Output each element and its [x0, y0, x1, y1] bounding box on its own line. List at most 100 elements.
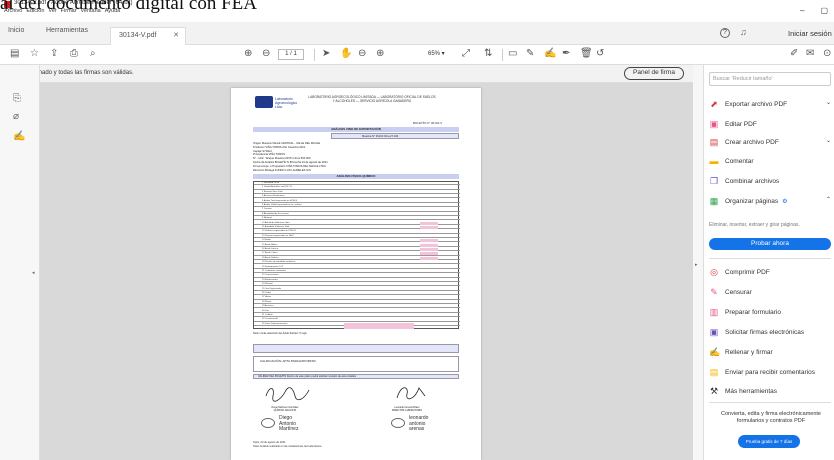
expand-left-panel-icon[interactable]: ◂: [32, 270, 35, 276]
table-row: 3 Extracto Seco Total: [254, 191, 460, 194]
tool-crear-pdf[interactable]: ▤ Crear archivo PDF ⌄: [709, 135, 833, 149]
minimize-button[interactable]: –: [800, 6, 804, 15]
analysis-note: Nota: Límite detección del Ácido Sórbico…: [253, 332, 308, 335]
upload-icon[interactable]: ⇪: [50, 48, 58, 60]
chevron-down-icon[interactable]: ⌄: [826, 137, 831, 144]
mail-icon[interactable]: ✉: [806, 48, 814, 60]
search-icon[interactable]: ⌕: [90, 48, 96, 60]
highlight-icon[interactable]: ✍: [544, 48, 556, 60]
create-icon[interactable]: ▤: [10, 48, 19, 60]
tab-inicio[interactable]: Inicio: [8, 27, 24, 34]
tool-label: Editar PDF: [725, 120, 757, 128]
signature-1-block: Diego Martínez González QUÍMICO ANALISTA: [255, 406, 315, 412]
more-icon[interactable]: ⊙: [823, 48, 831, 60]
pdf-page: Laboratorio Agroecológico Ltda. LABORATO…: [231, 88, 481, 460]
tool-label: Preparar formulario: [725, 308, 781, 316]
highlighted-cell: [420, 239, 438, 243]
tool-combinar-archivos[interactable]: ❐ Combinar archivos: [709, 174, 833, 188]
page-thumbnails-icon[interactable]: ⎘: [13, 93, 21, 104]
table-row: 4 Azúcares Reductores: [254, 195, 460, 199]
more-tools-icon: ⚒: [709, 386, 719, 396]
panel-divider: [709, 402, 831, 403]
print-icon[interactable]: ⎙: [70, 48, 78, 60]
sign-icon[interactable]: ✒: [562, 48, 570, 60]
calificacion-value: APTA PARA EXPORTAR: [282, 359, 316, 363]
fit-page-icon[interactable]: ⤢: [462, 48, 470, 60]
zoom-in-icon[interactable]: ⊕: [376, 48, 384, 60]
stamp-line: arenas: [409, 426, 425, 432]
tool-enviar-comentarios[interactable]: ▤ Enviar para recibir comentarios: [709, 365, 833, 379]
comment-icon[interactable]: ▭: [508, 48, 517, 60]
highlighted-cell: [420, 226, 438, 229]
send-comments-icon: ▤: [709, 367, 719, 377]
tool-comentar[interactable]: ▬ Comentar: [709, 154, 833, 168]
zoom-out-icon[interactable]: ⊖: [358, 48, 366, 60]
calificacion-box: CALIFICACIÓN: APTA PARA EXPORTAR: [253, 356, 459, 372]
table-row: 21 Colorantes artificiales: [254, 270, 460, 274]
table-row: 24 Glicerol: [254, 283, 460, 287]
signature-2-stamp-icon: [391, 418, 405, 428]
tool-label: Enviar para recibir comentarios: [725, 368, 815, 376]
free-trial-button[interactable]: Prueba gratis de 7 días: [738, 435, 800, 448]
scroll-mode-icon[interactable]: ⇅: [484, 48, 492, 60]
highlighted-cell: [420, 243, 438, 247]
table-row: 5 Acidez Total expresada en H2SO4: [254, 200, 460, 203]
undo-icon[interactable]: ↺: [596, 48, 604, 60]
table-row: 9 Metanol: [254, 217, 460, 221]
tool-label: Combinar archivos: [725, 177, 780, 185]
sign-in-button[interactable]: Iniciar sesión: [788, 29, 832, 38]
page-number-field[interactable]: 1 / 1: [278, 49, 304, 60]
section-vino-heading: ANÁLISIS VINO DE EXPORTACIÓN: [253, 127, 459, 132]
tab-herramientas[interactable]: Herramientas: [46, 27, 88, 34]
zoom-level[interactable]: 65% ▾: [428, 49, 454, 60]
acrobat-window: 30134-V.pdf - Adobe Acrobat Reader (64-b…: [0, 0, 834, 460]
tool-exportar-pdf[interactable]: ⬈ Exportar archivo PDF ⌄: [709, 97, 833, 111]
tab-document[interactable]: 30134-V.pdf ✕: [110, 27, 186, 45]
signature-panel-button[interactable]: Panel de firma: [624, 67, 684, 80]
close-tab-icon[interactable]: ✕: [173, 31, 179, 39]
help-icon[interactable]: ?: [720, 28, 730, 38]
share-link-icon[interactable]: ✐: [790, 48, 798, 60]
chevron-up-icon[interactable]: ⌃: [826, 196, 831, 203]
overlay-caption: al del documento digital con FEA: [0, 0, 257, 14]
pencil-icon[interactable]: ✎: [526, 48, 534, 60]
organize-pages-icon: ▦: [709, 196, 719, 206]
notifications-icon[interactable]: ♫: [740, 27, 747, 37]
page-up-icon[interactable]: ⊕: [244, 48, 252, 60]
signature-1-scribble: [265, 387, 310, 402]
try-now-button[interactable]: Probar ahora: [709, 238, 831, 250]
tool-preparar-formulario[interactable]: ▥ Preparar formulario: [709, 305, 833, 319]
highlighted-cell: [420, 252, 438, 256]
maximize-button[interactable]: ▢: [820, 6, 828, 15]
signature-2-block: Leonardo Arenas Bravo DIRECTOR LABORATOR…: [377, 406, 437, 412]
select-cursor-icon[interactable]: ➤: [322, 48, 330, 60]
signatures-icon[interactable]: ✍: [13, 131, 25, 142]
tool-editar-pdf[interactable]: ▣ Editar PDF: [709, 117, 833, 131]
attachments-icon[interactable]: ⌀: [13, 111, 19, 122]
signature-1-stamp-text: Diego Antonio Martínez: [279, 415, 298, 433]
signature-1-stamp-icon: [261, 418, 275, 428]
export-pdf-icon: ⬈: [710, 99, 718, 109]
section-fisico-quimico-heading: ANÁLISIS FÍSICO-QUÍMICO: [253, 174, 459, 179]
tool-comprimir-pdf[interactable]: ◎ Comprimir PDF: [709, 265, 833, 279]
tool-rellenar-firmar[interactable]: ✍ Rellenar y firmar: [709, 345, 833, 359]
tool-mas-herramientas[interactable]: ⚒ Más herramientas: [709, 384, 833, 398]
bookmark-star-icon[interactable]: ☆: [30, 48, 39, 60]
right-panel-toggle[interactable]: ▸: [693, 65, 703, 460]
tool-solicitar-firmas[interactable]: ▣ Solicitar firmas electrónicas: [709, 325, 833, 339]
hand-tool-icon[interactable]: ✋: [340, 48, 352, 60]
fill-sign-icon: ✍: [709, 347, 721, 357]
tool-censurar[interactable]: ✎ Censurar: [709, 285, 833, 299]
trash-icon[interactable]: 🗑: [580, 48, 593, 60]
lab-header: LABORATORIO AGROECOLÓGICO LIMITADA — LAB…: [308, 95, 436, 103]
panel-divider: [709, 258, 831, 259]
tool-organizar-paginas[interactable]: ▦ Organizar páginas ⚙ ⌃: [709, 194, 833, 208]
collapse-right-panel-icon[interactable]: ▸: [695, 262, 698, 268]
info-line: Dirección Bodega FUNDO LOS LAURELES S/N: [253, 168, 311, 172]
tool-label: Comentar: [725, 157, 754, 165]
tools-search-input[interactable]: Buscar 'Reducir tamaño': [709, 72, 831, 86]
page-down-icon[interactable]: ⊖: [262, 48, 270, 60]
compress-pdf-icon: ◎: [710, 267, 718, 277]
document-canvas[interactable]: Laboratorio Agroecológico Ltda. LABORATO…: [40, 83, 693, 460]
chevron-down-icon[interactable]: ⌄: [826, 99, 831, 106]
